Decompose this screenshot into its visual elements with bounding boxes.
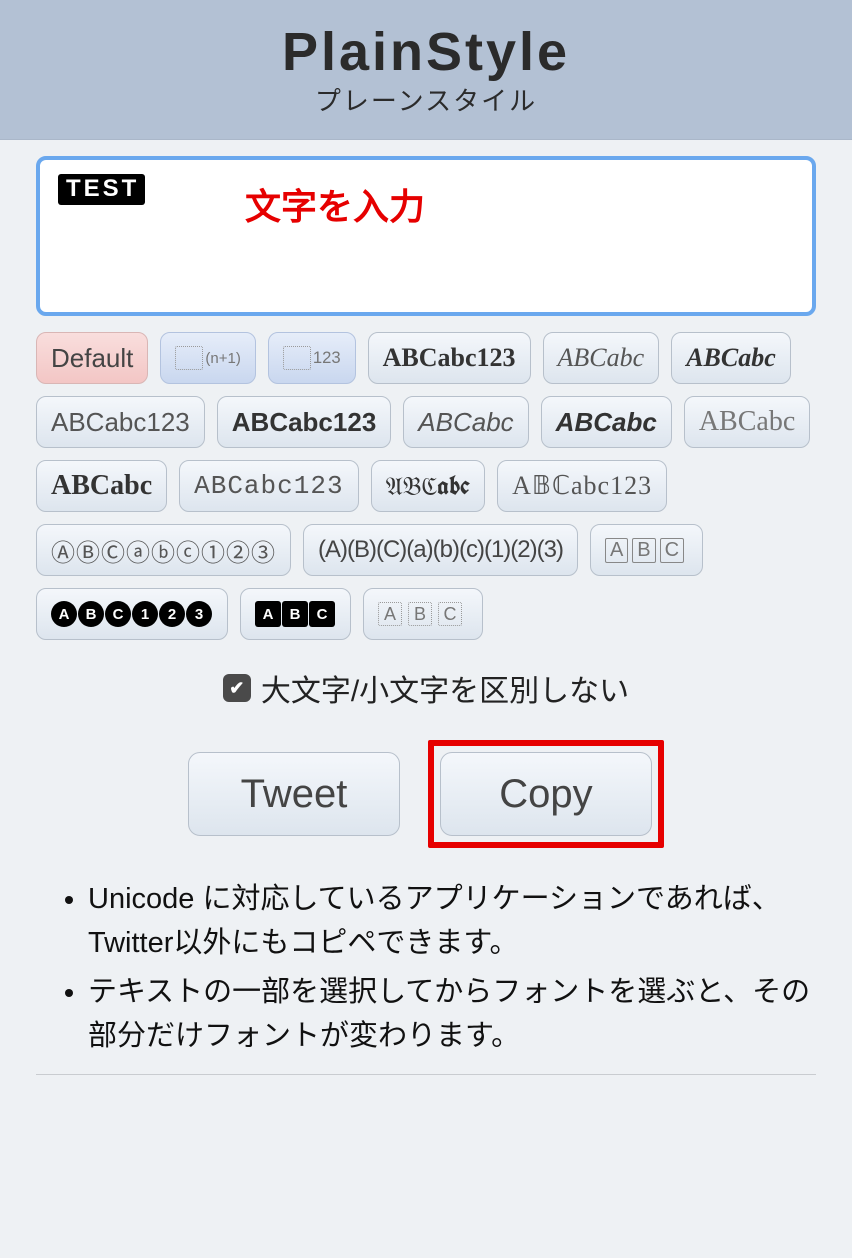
case-insensitive-label: 大文字/小文字を区別しない bbox=[261, 666, 629, 710]
notes-list: Unicode に対応しているアプリケーションであれば、Twitter以外にもコ… bbox=[36, 878, 816, 1058]
app-header: PlainStyle プレーンスタイル bbox=[0, 0, 852, 140]
copy-button[interactable]: Copy bbox=[440, 752, 652, 836]
style-subscript[interactable]: 123 bbox=[268, 332, 356, 384]
font-style-grid: Default (n+1) 123 ABCabc123 ABCabc ABCab… bbox=[36, 332, 816, 640]
style-serif-bold[interactable]: ABCabc123 bbox=[368, 332, 531, 384]
app-subtitle: プレーンスタイル bbox=[315, 81, 537, 118]
footer-divider bbox=[36, 1074, 816, 1075]
text-input-area[interactable]: TEST 文字を入力 bbox=[36, 156, 816, 316]
style-circled[interactable]: ⒶⒷⒸⓐⓑⓒ①②③ bbox=[36, 524, 291, 576]
style-black-circled[interactable]: A B C 1 2 3 bbox=[36, 588, 228, 640]
input-value: TEST bbox=[58, 174, 145, 205]
style-sans-italic[interactable]: ABCabc bbox=[403, 396, 528, 448]
style-black-squared[interactable]: A B C bbox=[240, 588, 351, 640]
style-sans-bold[interactable]: ABCabc123 bbox=[217, 396, 392, 448]
style-parenthesized[interactable]: (A)(B)(C)(a)(b)(c)(1)(2)(3) bbox=[303, 524, 578, 576]
style-dotted-box[interactable]: A B C bbox=[363, 588, 483, 640]
app-title: PlainStyle bbox=[282, 21, 570, 83]
style-squared[interactable]: ABC bbox=[590, 524, 703, 576]
style-fraktur[interactable]: 𝔄𝔅ℭabc bbox=[371, 460, 486, 512]
style-sans-bolditalic[interactable]: ABCabc bbox=[541, 396, 672, 448]
action-row: Tweet Copy bbox=[36, 740, 816, 848]
style-script[interactable]: ABCabc bbox=[684, 396, 810, 448]
style-sans[interactable]: ABCabc123 bbox=[36, 396, 205, 448]
style-doublestruck[interactable]: A𝔹ℂabc123 bbox=[497, 460, 667, 512]
input-annotation: 文字を入力 bbox=[245, 178, 425, 230]
style-superscript[interactable]: (n+1) bbox=[160, 332, 255, 384]
style-serif-italic[interactable]: ABCabc bbox=[543, 332, 660, 384]
note-item: Unicode に対応しているアプリケーションであれば、Twitter以外にもコ… bbox=[88, 878, 816, 965]
style-default[interactable]: Default bbox=[36, 332, 148, 384]
copy-highlight: Copy bbox=[428, 740, 664, 848]
style-script-bold[interactable]: ABCabc bbox=[36, 460, 167, 512]
note-item: テキストの一部を選択してからフォントを選ぶと、その部分だけフォントが変わります。 bbox=[88, 971, 816, 1058]
tweet-button[interactable]: Tweet bbox=[188, 752, 400, 836]
case-insensitive-checkbox[interactable]: ✔ bbox=[223, 674, 251, 702]
case-insensitive-row: ✔ 大文字/小文字を区別しない bbox=[36, 666, 816, 710]
style-monospace[interactable]: ABCabc123 bbox=[179, 460, 358, 512]
style-serif-bolditalic[interactable]: ABCabc bbox=[671, 332, 791, 384]
